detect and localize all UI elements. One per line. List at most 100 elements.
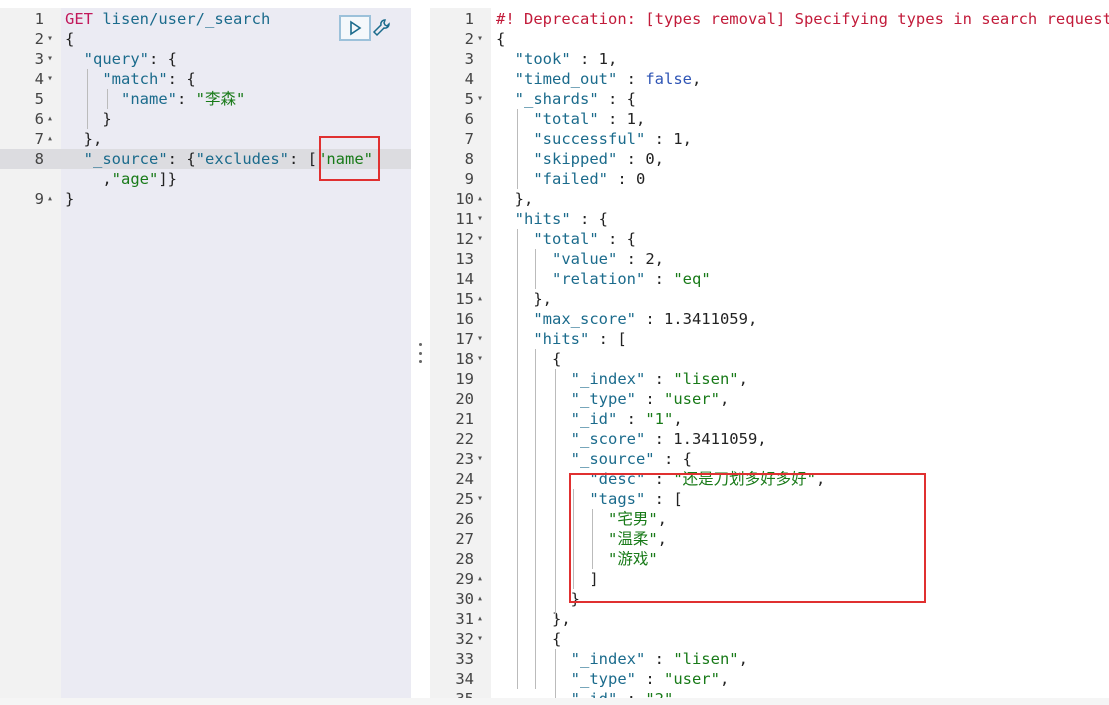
code-token: { <box>496 350 562 368</box>
excludes-name-highlight-box <box>319 136 380 181</box>
code-token: , <box>719 390 730 408</box>
code-token: : 0 <box>607 170 646 188</box>
code-token: "skipped" <box>533 150 618 168</box>
code-token: : <box>635 670 664 688</box>
code-token: : <box>645 270 674 288</box>
bottom-scroll-area[interactable] <box>0 698 1109 705</box>
indent-guide <box>517 229 518 689</box>
line-number: 7 <box>464 130 474 148</box>
fold-toggle-icon[interactable]: ▴ <box>47 129 57 149</box>
code-token: : <box>635 390 664 408</box>
fold-toggle-icon[interactable]: ▴ <box>477 189 487 209</box>
code-token: ]} <box>158 170 178 188</box>
indent-guide <box>573 489 574 589</box>
line-number: 34 <box>455 670 474 688</box>
line-number: 18 <box>455 350 474 368</box>
code-text: "took" : 1, <box>496 49 618 69</box>
code-token: , <box>65 170 112 188</box>
code-token: : { <box>598 230 636 248</box>
fold-toggle-icon[interactable]: ▾ <box>477 349 487 369</box>
line-number: 27 <box>455 530 474 548</box>
fold-toggle-icon[interactable]: ▾ <box>477 229 487 249</box>
indent-guide <box>107 89 108 109</box>
fold-toggle-icon[interactable]: ▴ <box>47 109 57 129</box>
line-number: 16 <box>455 310 474 328</box>
code-text: "_type" : "user", <box>496 389 730 409</box>
indent-guide <box>535 249 536 289</box>
send-request-button[interactable] <box>339 15 371 41</box>
code-token: "李森" <box>195 90 246 108</box>
code-token: "successful" <box>533 130 646 148</box>
fold-toggle-icon[interactable]: ▾ <box>47 49 57 69</box>
code-token: "took" <box>514 50 571 68</box>
response-viewer[interactable]: 1 #! Deprecation: [types removal] Specify… <box>430 8 1109 698</box>
fold-toggle-icon[interactable]: ▾ <box>477 329 487 349</box>
fold-toggle-icon[interactable]: ▾ <box>47 69 57 89</box>
code-text: { <box>496 349 561 369</box>
code-token: : { <box>167 70 196 88</box>
code-token: "failed" <box>533 170 608 188</box>
indent-guide <box>87 69 88 129</box>
line-number: 1 <box>34 10 44 28</box>
code-token: : 1, <box>598 110 646 128</box>
fold-toggle-icon[interactable]: ▴ <box>47 189 57 209</box>
response-line: 3 "took" : 1, <box>430 49 1109 69</box>
indent-guide <box>592 509 593 569</box>
code-text: "_index" : "lisen", <box>496 649 748 669</box>
code-token: "eq" <box>673 270 711 288</box>
fold-toggle-icon[interactable]: ▾ <box>477 629 487 649</box>
fold-toggle-icon[interactable]: ▾ <box>477 489 487 509</box>
fold-toggle-icon[interactable]: ▾ <box>477 29 487 49</box>
fold-toggle-icon[interactable]: ▴ <box>477 289 487 309</box>
code-text: "_shards" : { <box>496 89 636 109</box>
code-token: "_score" <box>570 430 646 448</box>
code-token: }, <box>496 610 571 628</box>
line-number: 8 <box>464 150 474 168</box>
fold-toggle-icon[interactable]: ▾ <box>477 209 487 229</box>
line-number: 9 <box>34 190 44 208</box>
line-number: 10 <box>455 190 474 208</box>
line-number: 24 <box>455 470 474 488</box>
fold-toggle-icon[interactable]: ▾ <box>477 89 487 109</box>
request-editor[interactable]: 1 GET lisen/user/_search 2 ▾{3 ▾ "query": {4… <box>0 8 411 698</box>
code-text: { <box>65 29 74 49</box>
code-token: "lisen" <box>673 650 739 668</box>
code-token: } <box>65 190 75 208</box>
line-number: 7 <box>34 130 44 148</box>
code-text: "total" : 1, <box>496 109 645 129</box>
fold-toggle-icon[interactable]: ▴ <box>477 609 487 629</box>
tags-highlight-box <box>569 473 926 603</box>
response-line: 12 ▾ "total" : { <box>430 229 1109 249</box>
code-token: "query" <box>83 50 149 68</box>
fold-toggle-icon[interactable]: ▾ <box>47 29 57 49</box>
fold-toggle-icon[interactable]: ▾ <box>477 449 487 469</box>
request-line: 4 ▾ "match": { <box>0 69 411 89</box>
code-token: "lisen" <box>673 370 739 388</box>
code-text: "_source" : { <box>496 449 692 469</box>
code-token: : 1, <box>645 130 692 148</box>
line-number: 6 <box>464 110 474 128</box>
settings-wrench-button[interactable] <box>371 17 393 39</box>
line-number: 30 <box>455 590 474 608</box>
code-token: : { <box>167 150 196 168</box>
code-text: "query": { <box>65 49 177 69</box>
code-token: , <box>719 670 730 688</box>
resize-handle-icon[interactable] <box>416 343 424 363</box>
code-token: , <box>673 690 682 698</box>
line-number: 6 <box>34 110 44 128</box>
line-number: 14 <box>455 270 474 288</box>
fold-toggle-icon[interactable]: ▴ <box>477 569 487 589</box>
code-token: : 1.3411059, <box>645 430 767 448</box>
fold-toggle-icon[interactable]: ▴ <box>477 589 487 609</box>
